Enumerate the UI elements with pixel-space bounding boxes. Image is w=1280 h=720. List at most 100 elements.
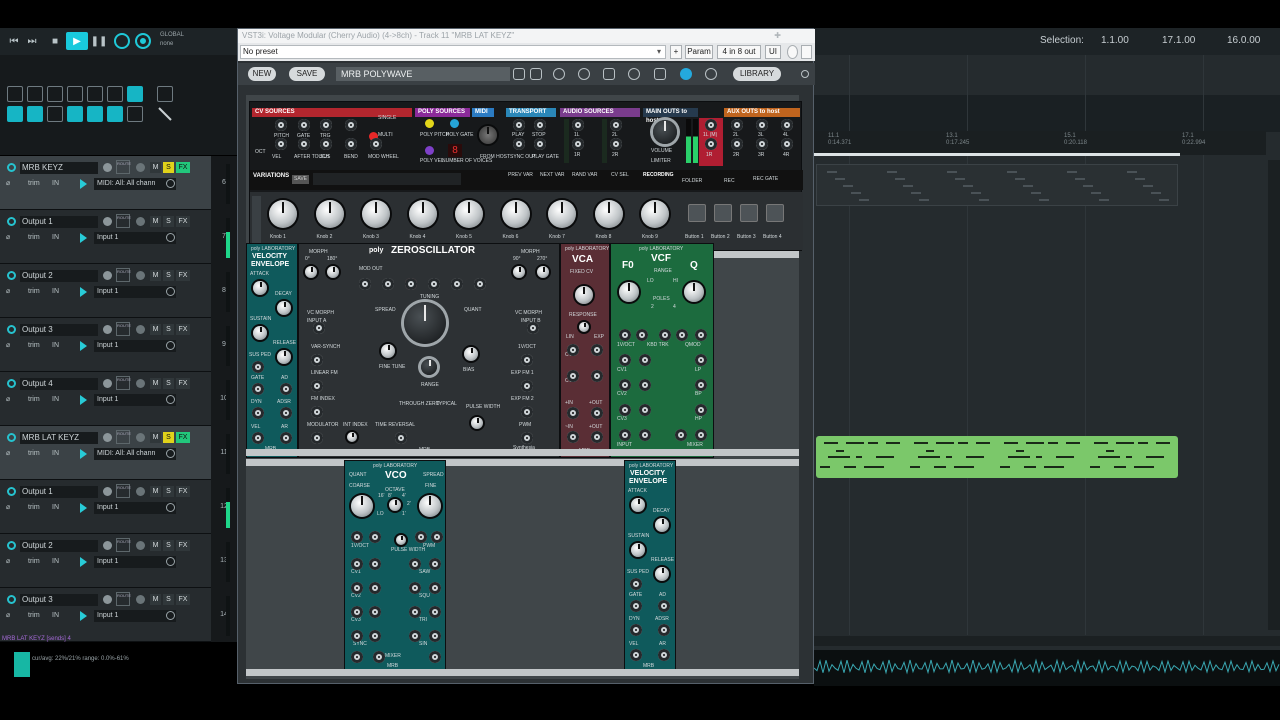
- morph-a-knob[interactable]: [305, 266, 317, 278]
- arm-record-button[interactable]: [136, 487, 145, 496]
- mute-button[interactable]: M: [150, 324, 161, 335]
- aux-out-jack[interactable]: [731, 138, 743, 150]
- mixer-b-jack[interactable]: [695, 429, 707, 441]
- macro-knob[interactable]: [408, 200, 437, 228]
- aux-out-jack[interactable]: [756, 138, 768, 150]
- morph-b-knob[interactable]: [327, 266, 339, 278]
- redo-icon[interactable]: [578, 68, 590, 80]
- mixer-in-b-jack[interactable]: [373, 651, 385, 663]
- sin-jack[interactable]: [409, 630, 421, 642]
- aux-out-jack[interactable]: [781, 138, 793, 150]
- cv-jack[interactable]: [275, 119, 287, 131]
- saw-jack[interactable]: [409, 558, 421, 570]
- in-label[interactable]: IN: [52, 448, 59, 460]
- skip-back-icon[interactable]: ⏮: [6, 32, 22, 50]
- track-pan-knob[interactable]: [103, 541, 112, 550]
- midi-clip-keyz[interactable]: [816, 164, 1178, 206]
- input-monitor-icon[interactable]: [80, 449, 87, 459]
- horizontal-scrollbar[interactable]: [814, 636, 1280, 646]
- route-button[interactable]: ROUTE: [116, 376, 131, 390]
- sustain-knob[interactable]: [631, 543, 645, 557]
- track-power-icon[interactable]: [7, 595, 16, 604]
- arm-record-button[interactable]: [136, 325, 145, 334]
- arm-record-button[interactable]: [136, 595, 145, 604]
- track-pan-knob[interactable]: [103, 163, 112, 172]
- macro-knob[interactable]: [315, 200, 344, 228]
- cv1b-jack[interactable]: [639, 354, 651, 366]
- cv2-jack[interactable]: [619, 379, 631, 391]
- track-row[interactable]: Output 2 ROUTE M S FX ⌀ trim IN Input 1 …: [0, 534, 237, 588]
- chevron-down-icon[interactable]: [166, 611, 175, 620]
- release-knob[interactable]: [277, 350, 291, 364]
- wave-out-jack[interactable]: [428, 278, 440, 290]
- fx-button[interactable]: FX: [176, 270, 190, 281]
- cv1-jack[interactable]: [567, 344, 579, 356]
- fine-tune-knob[interactable]: [381, 344, 395, 358]
- track-input-select[interactable]: Input 1: [94, 232, 176, 244]
- fx-button[interactable]: FX: [176, 162, 190, 173]
- cv1b-jack[interactable]: [369, 558, 381, 570]
- chevron-down-icon[interactable]: [166, 557, 175, 566]
- cv3b-jack[interactable]: [639, 404, 651, 416]
- timeline-ruler[interactable]: 11.1 0:14.371 13.1 0:17.245 15.1 0:20.118 17.1…: [814, 131, 1266, 155]
- solo-button[interactable]: S: [163, 594, 174, 605]
- track-row[interactable]: Output 1 ROUTE M S FX ⌀ trim IN Input 1 …: [0, 480, 237, 534]
- linear-fm-jack[interactable]: [311, 380, 323, 392]
- wave-out-jack[interactable]: [359, 278, 371, 290]
- track-row[interactable]: Output 3 ROUTE M S FX ⌀ trim IN Input 1 …: [0, 588, 237, 642]
- solo-button[interactable]: S: [163, 540, 174, 551]
- trim-label[interactable]: trim: [28, 394, 40, 406]
- track-power-icon[interactable]: [7, 433, 16, 442]
- track-input-select[interactable]: Input 1: [94, 340, 176, 352]
- mixer-out-jack[interactable]: [429, 651, 441, 663]
- macro-knob[interactable]: [594, 200, 623, 228]
- cv2b-jack[interactable]: [639, 379, 651, 391]
- vel-jack[interactable]: [630, 649, 642, 661]
- cutoff-knob[interactable]: [619, 282, 639, 302]
- arm-record-button[interactable]: [136, 271, 145, 280]
- in-label[interactable]: IN: [52, 394, 59, 406]
- bias-knob[interactable]: [464, 347, 478, 361]
- audio-jack[interactable]: [610, 119, 622, 131]
- mixer-jack[interactable]: [675, 429, 687, 441]
- record-icon[interactable]: [114, 33, 130, 49]
- track-pan-knob[interactable]: [103, 379, 112, 388]
- solo-button[interactable]: S: [163, 378, 174, 389]
- macro-knob[interactable]: [362, 200, 390, 228]
- fx-button[interactable]: FX: [176, 594, 190, 605]
- fx-button[interactable]: FX: [176, 378, 190, 389]
- next-patch-icon[interactable]: [530, 68, 542, 80]
- hp-jack[interactable]: [695, 404, 707, 416]
- grid-icon[interactable]: [654, 68, 666, 80]
- track-power-icon[interactable]: [7, 379, 16, 388]
- cv-jack[interactable]: [370, 138, 382, 150]
- exp-fm1-jack[interactable]: [521, 380, 533, 392]
- transport-jack[interactable]: [534, 138, 546, 150]
- trim-label[interactable]: trim: [28, 286, 40, 298]
- sync-b-jack[interactable]: [369, 630, 381, 642]
- pwm-jack[interactable]: [521, 432, 533, 444]
- dyn-jack[interactable]: [630, 624, 642, 636]
- lp-jack[interactable]: [695, 354, 707, 366]
- in-label[interactable]: IN: [52, 286, 59, 298]
- chevron-down-icon[interactable]: [166, 341, 175, 350]
- arm-record-button[interactable]: [136, 541, 145, 550]
- solo-button[interactable]: S: [163, 216, 174, 227]
- route-button[interactable]: ROUTE: [116, 160, 131, 174]
- adsr-jack[interactable]: [280, 407, 292, 419]
- vertical-scrollbar[interactable]: [1268, 160, 1280, 630]
- lock-icon[interactable]: [107, 106, 123, 122]
- trim-label[interactable]: trim: [28, 556, 40, 568]
- route-button[interactable]: ROUTE: [116, 322, 131, 336]
- rec-label[interactable]: REC: [724, 178, 735, 184]
- track-name[interactable]: MRB LAT KEYZ: [20, 432, 98, 444]
- tri-jack[interactable]: [409, 606, 421, 618]
- track-name[interactable]: Output 3: [20, 324, 98, 336]
- track-power-icon[interactable]: [7, 325, 16, 334]
- arm-record-button[interactable]: [136, 379, 145, 388]
- fixed-cv-knob[interactable]: [575, 286, 593, 304]
- response-knob[interactable]: [579, 322, 589, 332]
- aux-out-jack[interactable]: [781, 119, 793, 131]
- decay-knob[interactable]: [655, 518, 669, 532]
- in-label[interactable]: IN: [52, 502, 59, 514]
